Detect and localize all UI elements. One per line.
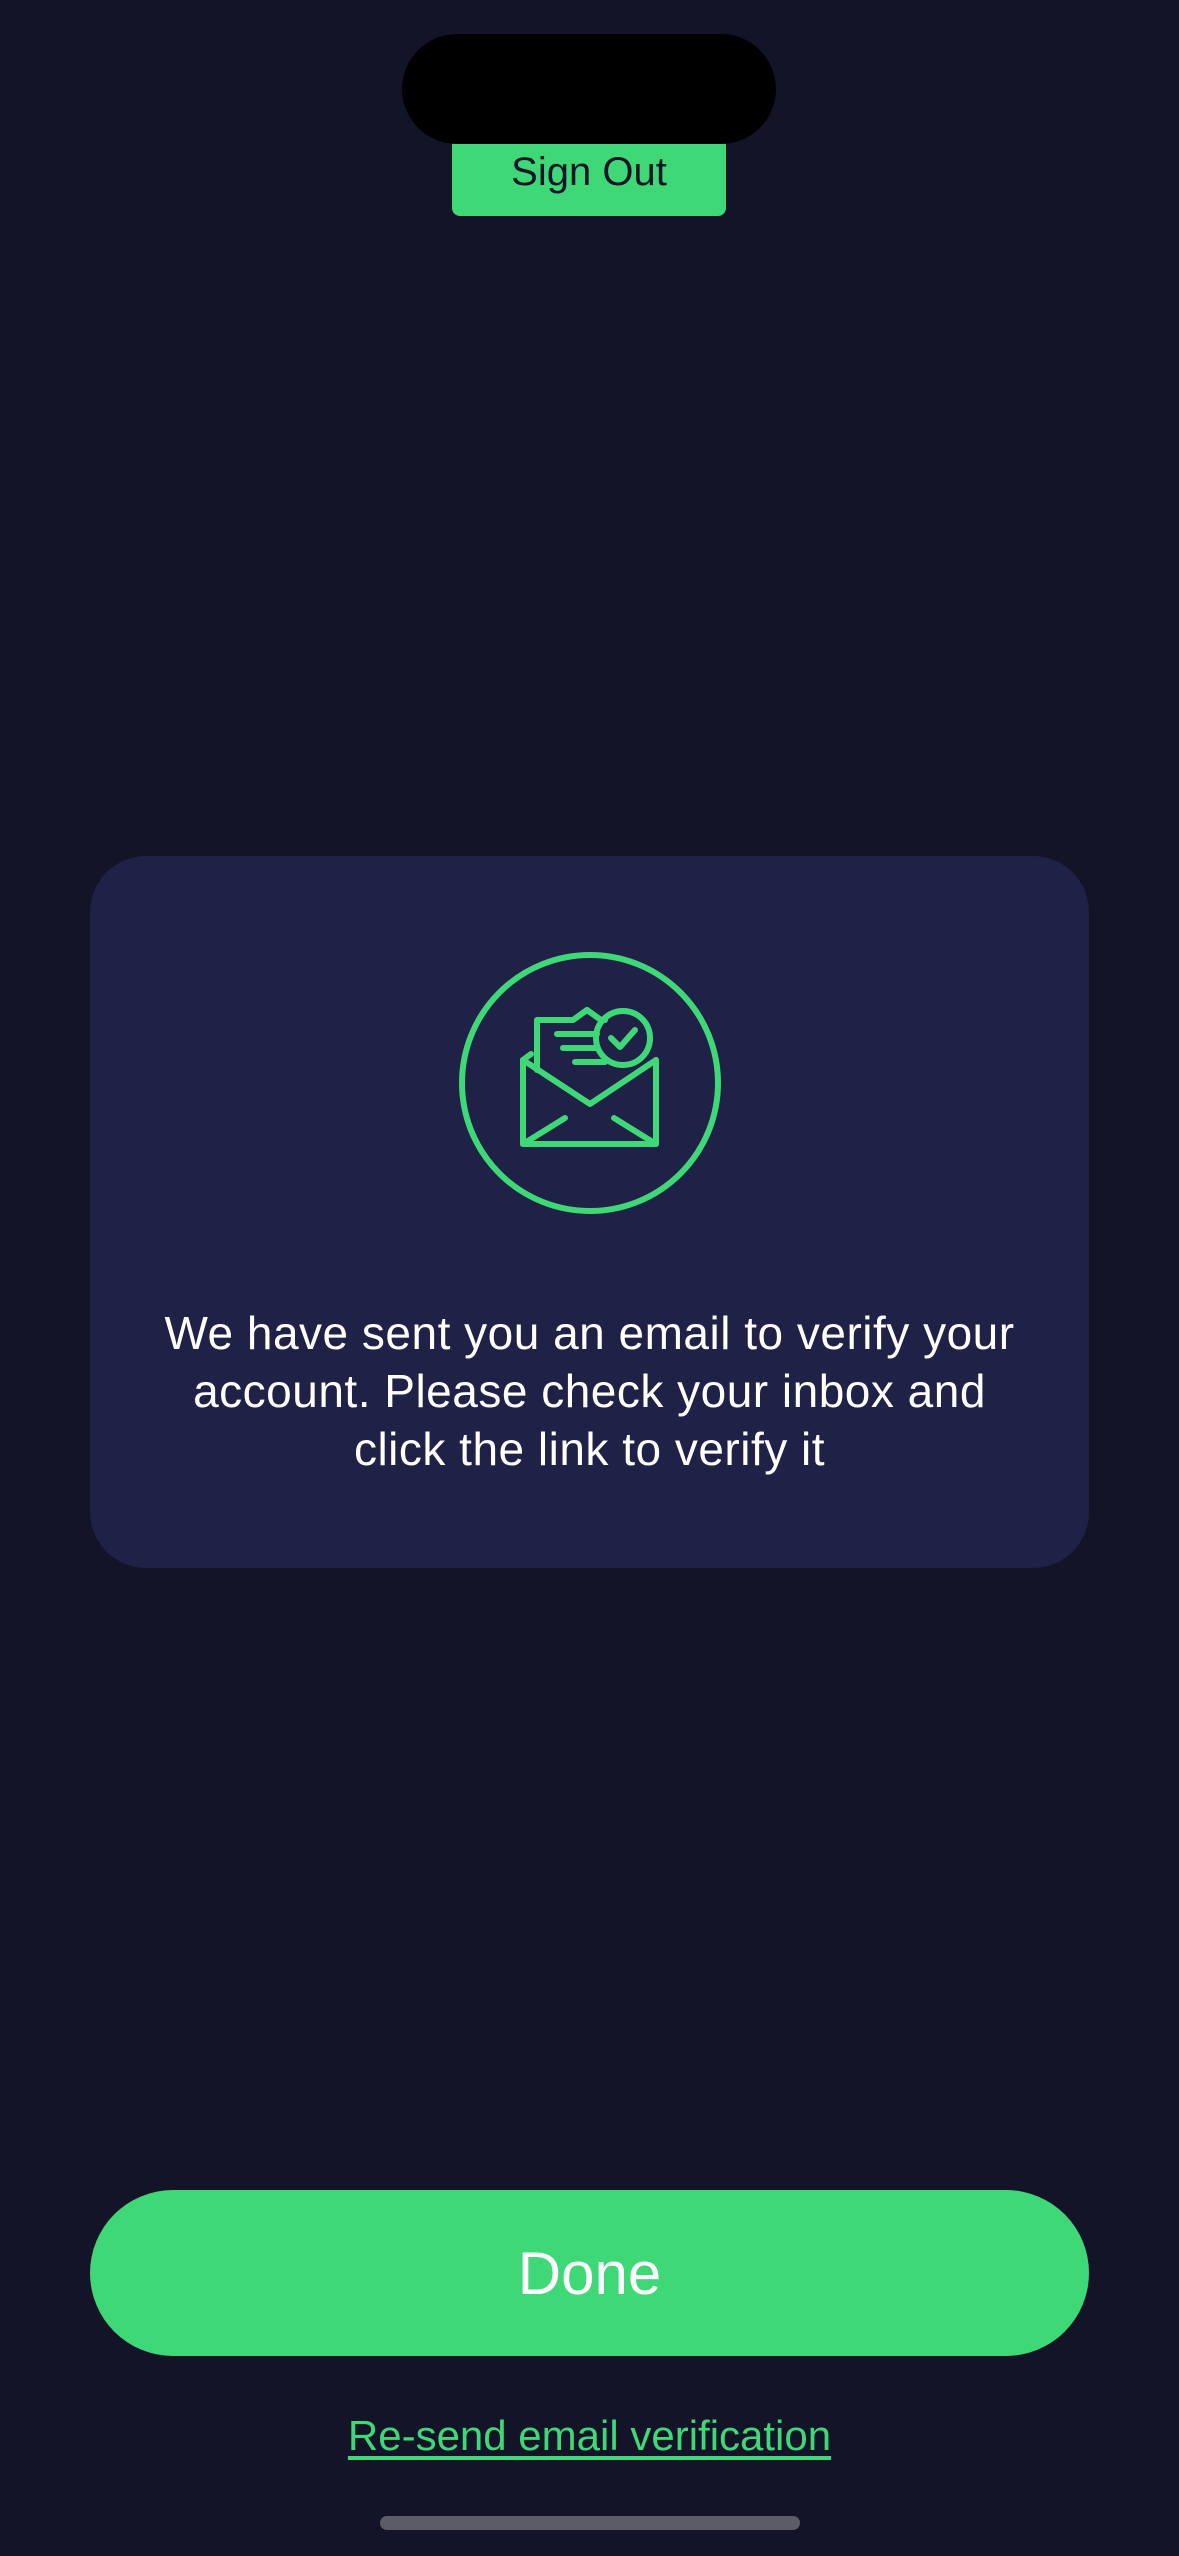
resend-link-row: Re-send email verification — [0, 2412, 1179, 2460]
done-button[interactable]: Done — [90, 2190, 1089, 2356]
home-indicator — [380, 2516, 800, 2530]
email-verified-icon — [455, 948, 725, 1218]
verify-email-screen: Sign Out We have sent you an email to ve… — [0, 0, 1179, 2556]
dynamic-island — [402, 34, 776, 144]
verification-message: We have sent you an email to verify your… — [164, 1307, 1015, 1475]
verification-card: We have sent you an email to verify your… — [90, 856, 1089, 1568]
resend-verification-link[interactable]: Re-send email verification — [348, 2412, 831, 2459]
